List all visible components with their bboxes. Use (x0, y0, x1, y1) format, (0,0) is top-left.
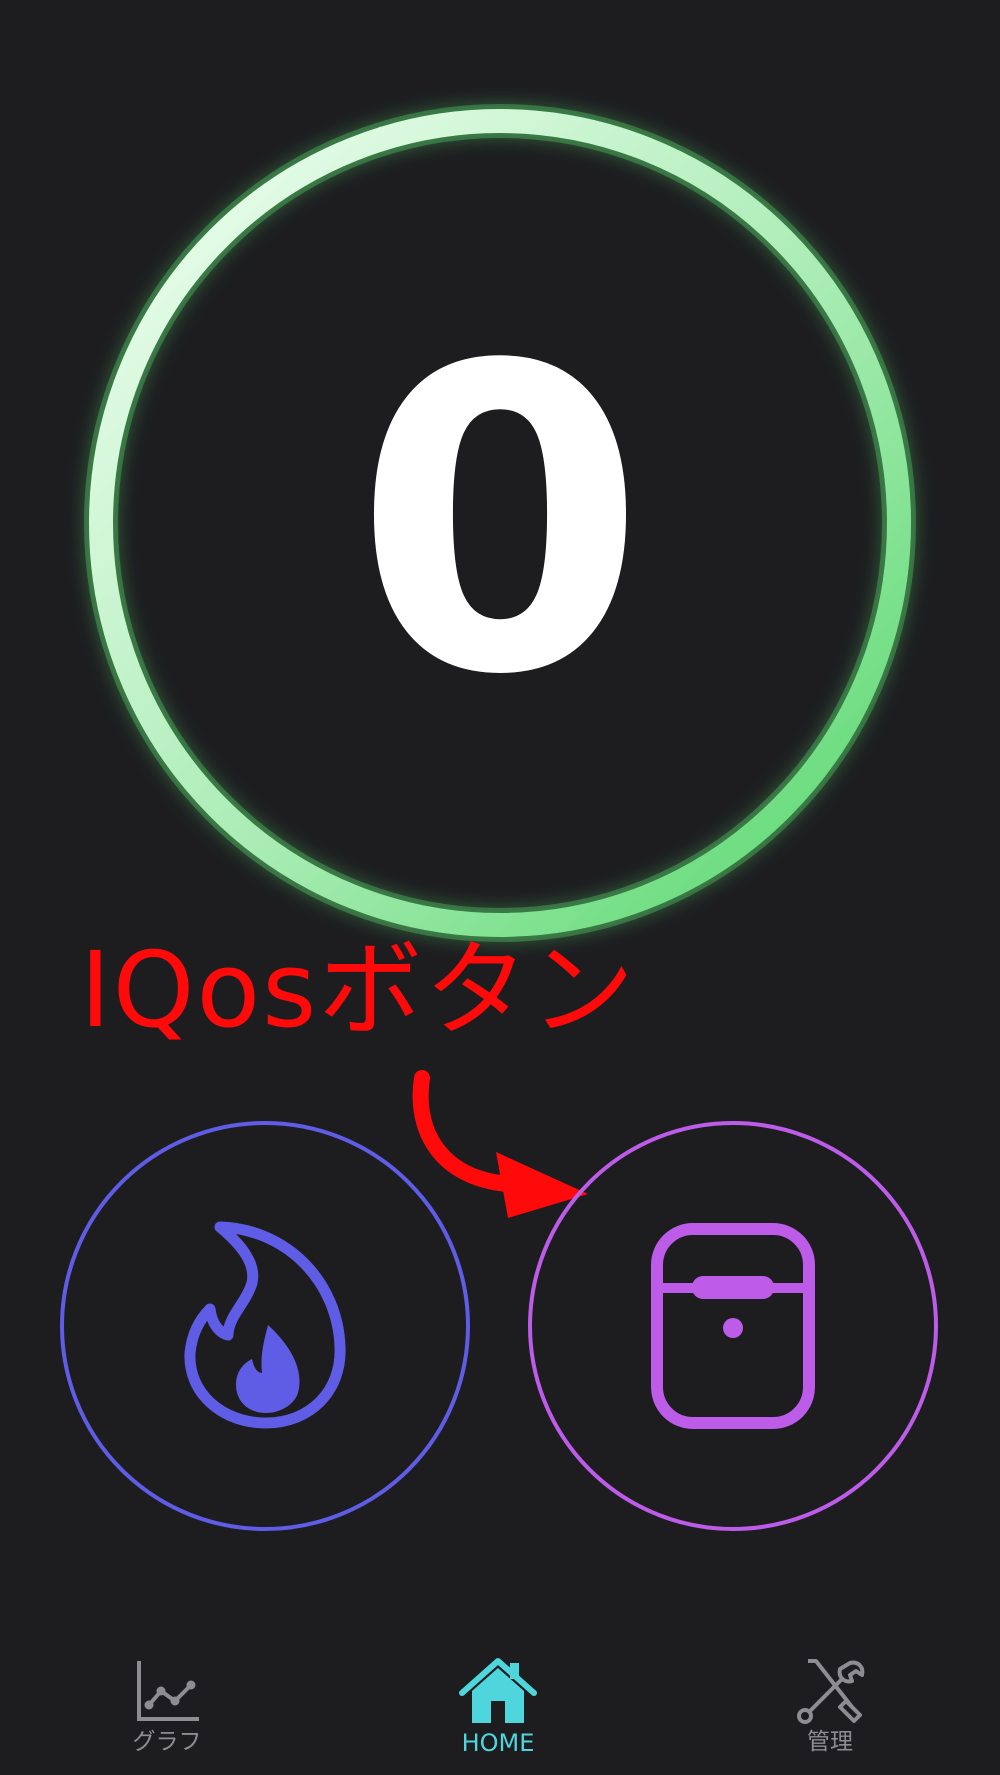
home-screen: 0 IQosボタン グラフ HOME 管理 (0, 0, 1000, 1775)
nav-item-graph[interactable]: グラフ (77, 1655, 257, 1775)
flame-icon (184, 1221, 346, 1429)
bottom-nav: グラフ HOME 管理 (0, 1655, 1000, 1775)
tools-icon (797, 1659, 865, 1724)
annotation-label: IQosボタン (80, 929, 637, 1051)
smoke-button[interactable] (60, 1121, 470, 1531)
iqos-device-icon (651, 1223, 815, 1429)
nav-label-home: HOME (461, 1729, 535, 1757)
nav-item-settings[interactable]: 管理 (740, 1655, 920, 1775)
nav-label-settings: 管理 (807, 1729, 853, 1755)
home-icon (459, 1658, 537, 1723)
nav-label-graph: グラフ (132, 1729, 202, 1755)
counter-ring-graphic (84, 104, 916, 942)
nav-item-home[interactable]: HOME (408, 1655, 588, 1775)
iqos-button[interactable] (528, 1121, 938, 1531)
counter-ring[interactable] (84, 104, 916, 942)
line-chart-icon (137, 1661, 199, 1721)
